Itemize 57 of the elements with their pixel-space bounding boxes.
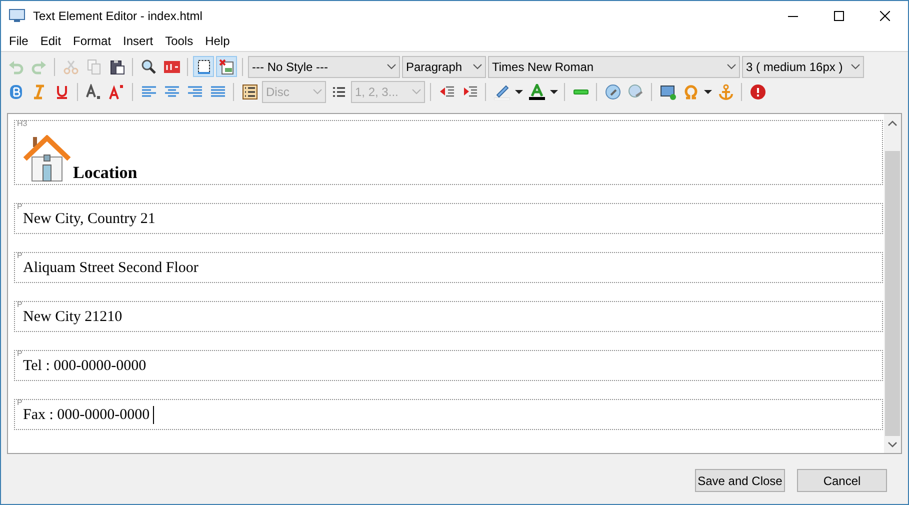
spellcheck-icon[interactable] [164,58,180,74]
scroll-down-icon[interactable] [888,442,897,448]
search-icon[interactable] [140,58,156,74]
bulleted-list-icon[interactable] [242,84,258,100]
close-icon[interactable] [880,11,890,21]
maximize-icon[interactable] [834,11,844,21]
paragraph-text: New City, Country 21 [23,210,156,229]
menu-item[interactable]: Edit [34,32,68,50]
subscript-icon[interactable] [86,84,102,100]
unlink-icon[interactable] [628,84,644,100]
tag-label: P [17,203,22,211]
paragraph-text: Fax : 000-0000-0000 [23,406,150,425]
app-icon [9,9,25,23]
menu-item[interactable]: Tools [159,32,200,50]
heading-text: Location [73,163,138,183]
dropdown[interactable]: --- No Style --- [248,56,400,78]
align-center-icon[interactable] [164,84,180,100]
window-title: Text Element Editor - index.html [33,8,202,25]
paragraph-text: Tel : 000-0000-0000 [23,357,146,376]
image-insert-icon[interactable] [660,84,676,100]
cancel-button[interactable]: Cancel [797,469,887,492]
chevron-down-icon[interactable] [851,64,860,70]
tag-label: P [17,252,22,260]
paragraph-text: Aliquam Street Second Floor [23,259,198,278]
chevron-down-icon[interactable] [473,64,482,70]
dropdown[interactable]: Paragraph [402,56,486,78]
tag-label: P [17,301,22,309]
indent-icon[interactable] [462,84,478,100]
scrollbar[interactable] [884,114,901,453]
clipboard-icon[interactable] [108,58,124,74]
tag-label: P [17,399,22,407]
tag-label: H3 [17,120,28,128]
house-icon [23,135,71,183]
outdent-icon[interactable] [438,84,454,100]
chevron-down-icon[interactable] [727,64,736,70]
superscript-icon[interactable] [108,84,124,100]
menu-item[interactable]: Help [199,32,236,50]
menu-item[interactable]: Insert [117,32,160,50]
stylesheet-icon[interactable] [218,58,234,74]
chevron-down-icon[interactable] [387,64,396,70]
menu-item[interactable]: File [3,32,34,50]
pen-icon[interactable] [494,84,510,100]
paragraph-text: New City 21210 [23,308,122,327]
link-icon[interactable] [604,84,620,100]
help-icon[interactable] [750,84,766,100]
align-right-icon[interactable] [186,84,202,100]
scroll-up-icon[interactable] [888,120,897,126]
font-color-icon[interactable] [528,84,544,100]
menu-item[interactable]: Format [67,32,118,50]
dropdown[interactable]: 3 ( medium 16px ) [742,56,864,78]
tag-label: P [17,350,22,358]
save-button[interactable]: Save and Close [695,469,785,492]
align-left-icon[interactable] [140,84,156,100]
justify-icon[interactable] [210,84,226,100]
bold-icon[interactable] [8,84,24,100]
block-outline-icon[interactable] [196,58,212,74]
dropdown[interactable]: Times New Roman [488,56,740,78]
